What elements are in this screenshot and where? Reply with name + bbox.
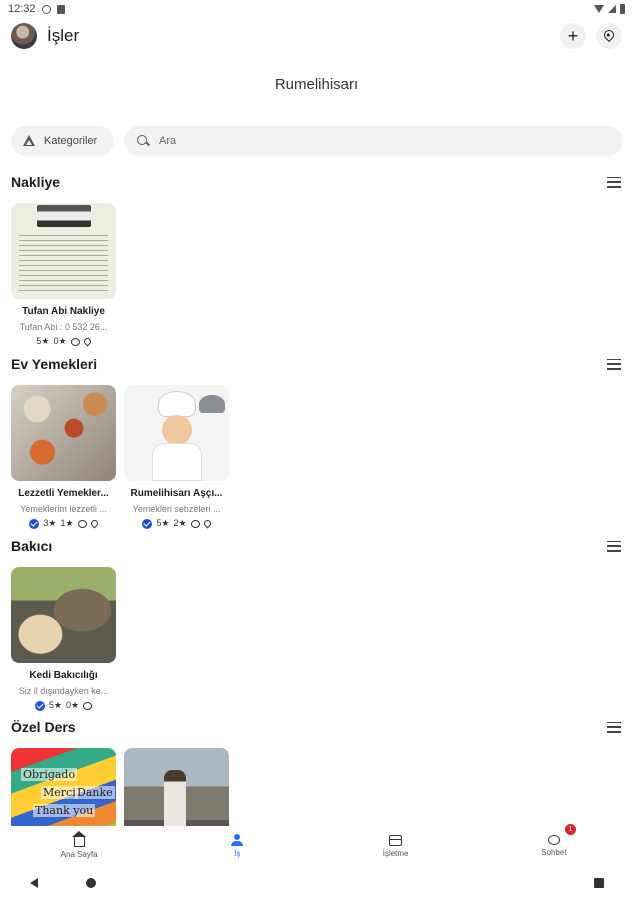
- listing-title: Rumelihisarı Aşçı...: [130, 488, 223, 499]
- user-icon: [231, 834, 244, 846]
- store-icon: [389, 834, 403, 846]
- signal-icon: [608, 5, 616, 13]
- app-bar: İşler +: [0, 18, 633, 54]
- status-bar: 12:32: [0, 0, 633, 18]
- thumb-word: Obrigado: [21, 768, 78, 781]
- location-pin-icon: [89, 518, 100, 529]
- system-nav-bar: [0, 866, 633, 900]
- nav-label: Sohbet: [541, 848, 567, 857]
- categories-icon: [22, 134, 36, 148]
- location-pin-icon: [202, 518, 213, 529]
- rating: 3★: [43, 518, 57, 528]
- section-nakliye: Nakliye Tufan Abi Nakliye Tufan Abi : 0 …: [0, 172, 633, 347]
- nav-home[interactable]: Ana Sayfa: [0, 826, 158, 866]
- list-view-icon[interactable]: [607, 176, 621, 188]
- nav-jobs[interactable]: İş: [158, 826, 316, 866]
- section-ev-yemekleri: Ev Yemekleri Lezzetli Yemekler... Yemekl…: [0, 354, 633, 529]
- listing-title: Kedi Bakıcılığı: [29, 670, 98, 681]
- listing-meta: 5★ 0★: [11, 336, 116, 347]
- rating: 5★: [36, 336, 50, 346]
- sync-icon: [41, 4, 51, 14]
- comment-icon: [70, 337, 80, 346]
- listing-meta: 5★ 0★: [11, 700, 116, 711]
- section-title: Bakıcı: [11, 538, 53, 554]
- rating: 5★: [156, 518, 170, 528]
- section-title: Nakliye: [11, 174, 61, 190]
- section-title: Özel Ders: [11, 719, 76, 735]
- plus-icon: +: [567, 25, 579, 46]
- rating: 5★: [48, 700, 62, 710]
- listing-card[interactable]: Kedi Bakıcılığı Siz il dışındayken ke...…: [11, 567, 116, 711]
- listing-image: [124, 385, 229, 481]
- review-count: 0★: [66, 700, 80, 710]
- nav-label: İşletme: [382, 848, 409, 858]
- listing-image: [11, 567, 116, 663]
- section-ozel-ders: Özel Ders Obrigado Merci Thank you Danke: [0, 717, 633, 844]
- home-icon: [71, 831, 86, 847]
- comment-icon: [190, 519, 200, 528]
- section-title: Ev Yemekleri: [11, 356, 98, 372]
- location-pin-icon: [601, 27, 617, 43]
- nav-label: İş: [234, 849, 241, 858]
- search-placeholder: Ara: [159, 135, 177, 147]
- avatar[interactable]: [11, 23, 37, 49]
- thumb-word: Merci: [41, 786, 78, 799]
- status-time: 12:32: [8, 3, 36, 15]
- list-view-icon[interactable]: [607, 540, 621, 552]
- categories-chip[interactable]: Kategoriler: [11, 126, 114, 156]
- location-title: Rumelihisarı: [274, 76, 359, 93]
- nav-label: Ana Sayfa: [60, 850, 98, 859]
- listing-title: Lezzetli Yemekler...: [18, 488, 109, 499]
- listing-meta: 5★ 2★: [124, 518, 229, 529]
- listing-subtitle: Siz il dışındayken ke...: [18, 686, 109, 696]
- review-count: 1★: [60, 518, 74, 528]
- filter-row: Kategoriler Ara: [11, 126, 623, 156]
- listing-subtitle: Yemeklerim lezzetli ...: [20, 504, 107, 514]
- thumb-word: Thank you: [33, 804, 96, 817]
- comment-icon: [83, 701, 93, 710]
- list-view-icon[interactable]: [607, 358, 621, 370]
- search-icon: [137, 135, 149, 147]
- listing-card[interactable]: Rumelihisarı Aşçı... Yemekleri sebzeleri…: [124, 385, 229, 529]
- page-title: İşler: [47, 26, 80, 45]
- search-input[interactable]: Ara: [124, 126, 623, 156]
- list-view-icon[interactable]: [607, 721, 621, 733]
- verified-icon: [29, 518, 40, 529]
- listing-meta: 3★ 1★: [11, 518, 116, 529]
- wifi-icon: [594, 5, 604, 13]
- sim-icon: [56, 4, 65, 14]
- listing-card[interactable]: Tufan Abi Nakliye Tufan Abi : 0 532 26..…: [11, 203, 116, 347]
- listing-image: [11, 203, 116, 299]
- section-bakici: Bakıcı Kedi Bakıcılığı Siz il dışındayke…: [0, 536, 633, 711]
- review-count: 0★: [53, 336, 67, 346]
- unread-badge: 1: [564, 824, 576, 835]
- add-button[interactable]: +: [560, 23, 586, 49]
- listing-subtitle: Tufan Abi : 0 532 26...: [19, 322, 108, 332]
- listing-image: [11, 385, 116, 481]
- nav-business[interactable]: İşletme: [317, 826, 475, 866]
- comment-icon: [77, 519, 87, 528]
- battery-icon: [620, 4, 625, 14]
- listing-title: Tufan Abi Nakliye: [22, 306, 105, 317]
- review-count: 2★: [173, 518, 187, 528]
- location-pin-icon: [82, 336, 93, 347]
- listing-card[interactable]: Lezzetli Yemekler... Yemeklerim lezzetli…: [11, 385, 116, 529]
- verified-icon: [142, 518, 153, 529]
- nav-chat[interactable]: 1 Sohbet: [475, 824, 633, 866]
- location-button[interactable]: [596, 23, 622, 49]
- listing-subtitle: Yemekleri sebzeleri ...: [132, 504, 221, 514]
- recents-icon[interactable]: [594, 878, 604, 888]
- verified-icon: [34, 700, 45, 711]
- home-circle-icon[interactable]: [86, 878, 96, 888]
- bottom-nav: Ana Sayfa İş İşletme 1 Sohbet: [0, 824, 633, 866]
- back-icon[interactable]: [30, 878, 38, 888]
- thumb-word: Danke: [75, 786, 115, 799]
- chat-icon: [547, 835, 560, 845]
- categories-label: Kategoriler: [44, 135, 98, 147]
